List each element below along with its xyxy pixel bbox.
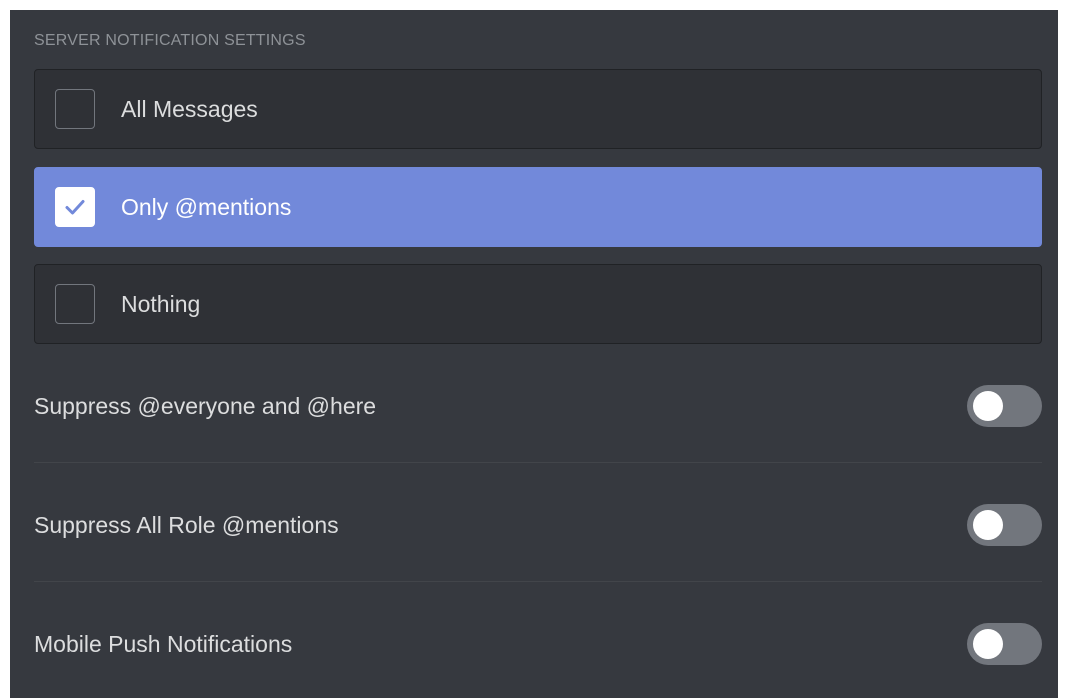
notification-settings-panel: SERVER NOTIFICATION SETTINGS All Message… bbox=[10, 10, 1058, 698]
setting-label: Suppress All Role @mentions bbox=[34, 512, 339, 538]
option-label: Nothing bbox=[121, 291, 201, 317]
checkbox[interactable] bbox=[55, 284, 95, 324]
checkbox[interactable] bbox=[55, 89, 95, 129]
setting-suppress-role-mentions: Suppress All Role @mentions bbox=[34, 502, 1042, 546]
check-icon bbox=[65, 200, 85, 215]
option-label: All Messages bbox=[121, 96, 258, 122]
toggle-knob bbox=[973, 629, 1003, 659]
section-header: SERVER NOTIFICATION SETTINGS bbox=[34, 32, 306, 49]
setting-label: Suppress @everyone and @here bbox=[34, 393, 377, 419]
divider bbox=[34, 462, 1042, 463]
setting-suppress-everyone: Suppress @everyone and @here bbox=[34, 383, 1042, 427]
setting-label: Mobile Push Notifications bbox=[34, 631, 293, 657]
toggle-knob bbox=[973, 391, 1003, 421]
option-only-mentions[interactable]: Only @mentions bbox=[34, 167, 1042, 247]
toggle-knob bbox=[973, 510, 1003, 540]
setting-mobile-push: Mobile Push Notifications bbox=[34, 621, 1042, 665]
checkbox-checked[interactable] bbox=[55, 187, 95, 227]
toggle-switch-suppress-everyone[interactable] bbox=[967, 385, 1042, 427]
option-nothing[interactable]: Nothing bbox=[34, 264, 1042, 344]
toggle-switch-suppress-role-mentions[interactable] bbox=[967, 504, 1042, 546]
divider bbox=[34, 581, 1042, 582]
toggle-switch-mobile-push[interactable] bbox=[967, 623, 1042, 665]
option-label: Only @mentions bbox=[121, 194, 292, 220]
option-all-messages[interactable]: All Messages bbox=[34, 69, 1042, 149]
